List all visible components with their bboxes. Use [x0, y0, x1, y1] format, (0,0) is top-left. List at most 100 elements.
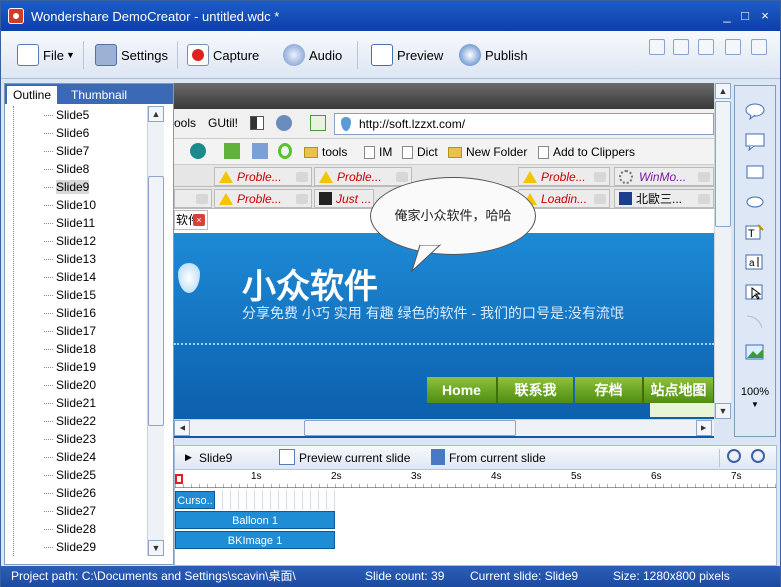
- list-item[interactable]: Slide11: [14, 214, 146, 232]
- nav-archive[interactable]: 存档: [575, 377, 643, 403]
- list-item[interactable]: Slide10: [14, 196, 146, 214]
- text-box-icon[interactable]: T: [745, 223, 765, 241]
- nav-sitemap[interactable]: 站点地图: [644, 377, 714, 403]
- canvas-vertical-scrollbar[interactable]: ▲ ▼: [714, 83, 731, 419]
- timeline-ruler[interactable]: 1s 2s 3s 4s 5s 6s 7s: [175, 470, 776, 488]
- list-item[interactable]: Slide24: [14, 448, 146, 466]
- list-item[interactable]: Slide26: [14, 484, 146, 502]
- slide-canvas[interactable]: ools GUtil! http://soft.lzzxt.com/ tools…: [174, 83, 714, 438]
- list-item[interactable]: Slide19: [14, 358, 146, 376]
- list-item[interactable]: Slide25: [14, 466, 146, 484]
- list-item[interactable]: Slide14: [14, 268, 146, 286]
- list-item[interactable]: Slide6: [14, 124, 146, 142]
- list-item[interactable]: Slide12: [14, 232, 146, 250]
- scroll-down-arrow-icon[interactable]: ▼: [715, 403, 731, 419]
- list-item[interactable]: Slide18: [14, 340, 146, 358]
- text-field-icon[interactable]: a: [745, 253, 765, 271]
- tab-outline[interactable]: Outline: [7, 86, 58, 104]
- scroll-down-arrow-icon[interactable]: ▼: [148, 540, 164, 556]
- scroll-thumb[interactable]: [148, 176, 164, 426]
- image-icon[interactable]: [745, 343, 765, 361]
- browser-tab[interactable]: Proble...: [214, 189, 312, 208]
- bookmark-tools[interactable]: tools: [304, 143, 347, 161]
- zoom-level[interactable]: 100%: [739, 386, 771, 398]
- help-icon[interactable]: [725, 39, 741, 55]
- preview-slide-icon[interactable]: [279, 449, 295, 465]
- list-item[interactable]: Slide7: [14, 142, 146, 160]
- maximize-button[interactable]: □: [737, 8, 753, 24]
- track-background-image[interactable]: BKImage 1: [175, 531, 335, 549]
- bookmark-im[interactable]: IM: [364, 143, 392, 161]
- tab-thumbnail[interactable]: Thumbnail: [65, 86, 134, 104]
- browser-tab[interactable]: Proble...: [214, 167, 312, 186]
- canvas-horizontal-scrollbar[interactable]: ▲ ▲: [174, 419, 714, 436]
- list-item[interactable]: Slide5: [14, 106, 146, 124]
- browser-tab[interactable]: 北歐三...: [614, 189, 714, 208]
- list-item[interactable]: Slide29: [14, 538, 146, 556]
- speech-balloon[interactable]: 俺家小众软件，哈哈: [370, 177, 536, 255]
- scroll-up-arrow-icon[interactable]: ▲: [715, 83, 731, 99]
- publish-button[interactable]: Publish: [459, 40, 528, 70]
- list-item-selected[interactable]: Slide9: [14, 178, 146, 196]
- nav-home[interactable]: Home: [427, 377, 497, 403]
- list-item[interactable]: Slide17: [14, 322, 146, 340]
- track-balloon[interactable]: Balloon 1: [175, 511, 335, 529]
- bookmark-dict[interactable]: Dict: [402, 143, 438, 161]
- track-cursor[interactable]: Curso..: [175, 491, 215, 509]
- list-item[interactable]: Slide13: [14, 250, 146, 268]
- capture-button[interactable]: Capture: [187, 40, 259, 70]
- list-item[interactable]: Slide28: [14, 520, 146, 538]
- audio-button[interactable]: Audio: [283, 40, 342, 70]
- from-current-icon[interactable]: [431, 449, 445, 465]
- preview-button[interactable]: Preview: [371, 40, 443, 70]
- browser-tab[interactable]: Just ...: [314, 189, 374, 208]
- active-browser-tab[interactable]: 软件 ×: [174, 210, 208, 230]
- home-icon[interactable]: [673, 39, 689, 55]
- scroll-thumb[interactable]: [715, 101, 731, 227]
- browser-tab[interactable]: [174, 189, 212, 208]
- svg-text:a: a: [749, 258, 755, 269]
- list-item[interactable]: Slide15: [14, 286, 146, 304]
- list-item[interactable]: Slide22: [14, 412, 146, 430]
- list-item[interactable]: Slide21: [14, 394, 146, 412]
- registration-icon[interactable]: [649, 39, 665, 55]
- scroll-up-arrow-icon[interactable]: ▲: [148, 106, 164, 122]
- file-menu-button[interactable]: File ▼: [17, 40, 75, 70]
- ellipse-shape-icon[interactable]: [745, 193, 765, 211]
- list-item[interactable]: Slide27: [14, 502, 146, 520]
- list-item[interactable]: Slide8: [14, 160, 146, 178]
- scroll-left-arrow-icon[interactable]: ▲: [174, 420, 190, 436]
- zoom-in-icon[interactable]: [727, 449, 741, 463]
- address-bar[interactable]: http://soft.lzzxt.com/: [334, 113, 714, 135]
- browser-tab[interactable]: Proble...: [314, 167, 412, 186]
- user-icon[interactable]: [698, 39, 714, 55]
- outline-scrollbar[interactable]: ▲ ▼: [147, 106, 164, 556]
- preview-current-slide-button[interactable]: Preview current slide: [299, 451, 410, 465]
- minimize-button[interactable]: _: [719, 8, 735, 24]
- scroll-right-arrow-icon[interactable]: ▲: [696, 420, 712, 436]
- close-button[interactable]: ×: [757, 8, 773, 24]
- list-item[interactable]: Slide23: [14, 430, 146, 448]
- zoom-out-icon[interactable]: [751, 449, 765, 463]
- info-icon[interactable]: [751, 39, 767, 55]
- browser-tab[interactable]: WinMo...: [614, 167, 714, 186]
- click-area-icon[interactable]: [745, 283, 765, 301]
- scroll-thumb[interactable]: [304, 420, 516, 436]
- list-item[interactable]: Slide16: [14, 304, 146, 322]
- bookmark-new-folder[interactable]: New Folder: [448, 143, 527, 161]
- rectangle-shape-icon[interactable]: [745, 163, 765, 181]
- arrow-curve-icon[interactable]: [745, 313, 765, 331]
- close-tab-icon[interactable]: ×: [193, 214, 205, 226]
- browser-tab[interactable]: Proble...: [518, 167, 610, 186]
- nav-contact[interactable]: 联系我: [498, 377, 574, 403]
- doc-icon: [538, 145, 549, 159]
- settings-button[interactable]: Settings: [95, 40, 168, 70]
- balloon-shape-icon[interactable]: [745, 102, 765, 120]
- from-current-slide-button[interactable]: From current slide: [449, 451, 546, 465]
- decorative-divider: [174, 343, 714, 351]
- bookmark-add-to-clippers[interactable]: Add to Clippers: [538, 143, 635, 161]
- callout-shape-icon[interactable]: [745, 133, 765, 151]
- list-item[interactable]: Slide20: [14, 376, 146, 394]
- play-triangle-icon[interactable]: ▶: [185, 452, 192, 463]
- zoom-dropdown-icon[interactable]: ▼: [739, 400, 771, 409]
